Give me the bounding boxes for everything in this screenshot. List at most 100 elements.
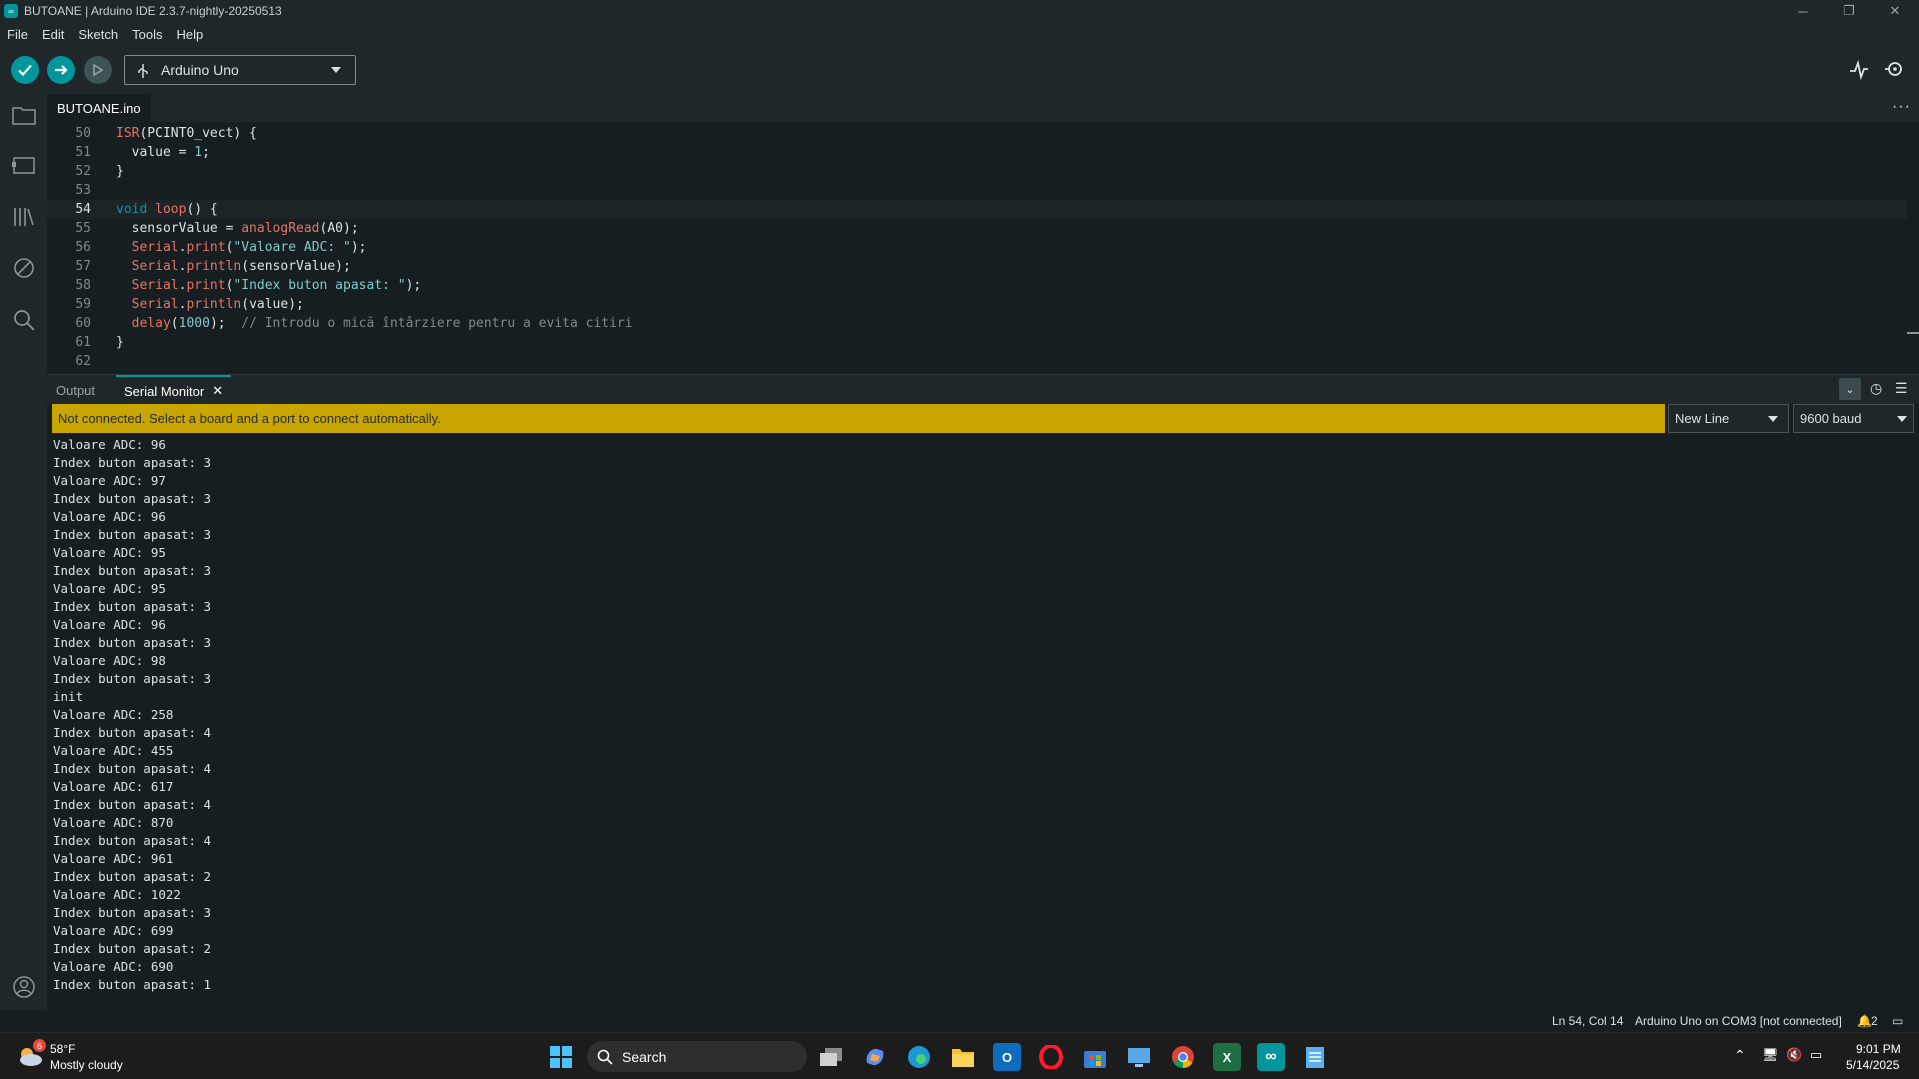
minimize-button[interactable]: ─ — [1780, 0, 1826, 22]
serial-line: Index buton apasat: 3 — [53, 491, 212, 506]
serial-monitor-button[interactable] — [1882, 58, 1906, 82]
debug-panel-button[interactable] — [11, 255, 36, 280]
line-number: 55 — [75, 221, 91, 236]
upload-button[interactable] — [47, 56, 75, 84]
clear-list-icon: ☰ — [1895, 380, 1908, 396]
chevron-up-icon[interactable]: ⌃ — [1734, 1047, 1746, 1064]
search-icon — [13, 309, 35, 331]
plotter-icon — [1850, 59, 1868, 81]
line-number: 59 — [75, 297, 91, 312]
editor-tab-bar: BUTOANE.ino ··· — [47, 94, 1919, 122]
code-editor[interactable]: 50 ISR(PCINT0_vect) { 51 value = 1; 52} 5… — [47, 122, 1919, 372]
close-icon[interactable]: ✕ — [212, 383, 223, 399]
volume-muted-icon[interactable]: 🔇 — [1786, 1047, 1802, 1063]
start-button[interactable] — [549, 1045, 573, 1069]
verify-button[interactable] — [11, 56, 39, 84]
editor-scrollbar[interactable] — [1907, 332, 1919, 334]
line-number: 50 — [75, 126, 91, 141]
weather-badge: 6 — [33, 1039, 46, 1052]
debug-button[interactable] — [84, 56, 112, 84]
restore-button[interactable]: ❐ — [1826, 0, 1872, 22]
menu-edit[interactable]: Edit — [35, 27, 71, 42]
arrow-right-icon — [55, 65, 68, 75]
code-line: 55 sensorValue = analogRead(A0); — [47, 219, 1907, 238]
serial-line: Index buton apasat: 2 — [53, 869, 212, 884]
boards-manager-button[interactable] — [11, 152, 36, 177]
chrome-icon[interactable] — [1169, 1043, 1197, 1071]
serial-line: Index buton apasat: 3 — [53, 599, 212, 614]
line-number: 52 — [75, 164, 91, 179]
serial-line: Valoare ADC: 96 — [53, 617, 166, 632]
clock-date[interactable]: 5/14/2025 — [1846, 1058, 1899, 1072]
panel-toggle-icon[interactable]: ▭ — [1892, 1014, 1903, 1028]
menu-file[interactable]: File — [0, 27, 35, 42]
weather-widget[interactable]: 6 — [16, 1039, 46, 1069]
battery-icon[interactable]: ▭ — [1810, 1047, 1822, 1063]
notifications-icon[interactable]: 🔔 — [1857, 1014, 1872, 1028]
library-manager-button[interactable] — [11, 204, 36, 229]
search-panel-button[interactable] — [11, 307, 36, 332]
menu-sketch[interactable]: Sketch — [71, 27, 125, 42]
arduino-ide-icon[interactable]: ∞ — [1257, 1043, 1285, 1071]
network-icon[interactable]: 🖥 — [1762, 1047, 1779, 1063]
edge-icon[interactable] — [905, 1043, 933, 1071]
code-line: 57 Serial.println(sensorValue); — [47, 257, 1907, 276]
line-number: 58 — [75, 278, 91, 293]
serial-line: Valoare ADC: 258 — [53, 707, 174, 722]
menu-tools[interactable]: Tools — [125, 27, 169, 42]
excel-icon[interactable]: X — [1213, 1043, 1241, 1071]
temperature: 58°F — [50, 1042, 76, 1056]
code-line: 53 — [47, 181, 1907, 200]
serial-plotter-button[interactable] — [1847, 58, 1871, 82]
serial-line: Valoare ADC: 455 — [53, 743, 174, 758]
autoscroll-toggle[interactable]: ⌄ — [1839, 378, 1861, 400]
sketchbook-button[interactable] — [11, 102, 36, 127]
tab-butoane-ino[interactable]: BUTOANE.ino — [47, 94, 151, 122]
connection-warning: Not connected. Select a board and a port… — [52, 404, 1665, 433]
outlook-icon[interactable]: O — [993, 1043, 1021, 1071]
taskbar-search[interactable]: Search — [587, 1041, 807, 1072]
code-line: 60 delay(1000); // Introdu o mică întârz… — [47, 314, 1907, 333]
line-number: 62 — [75, 354, 91, 369]
serial-output[interactable]: Valoare ADC: 96 Index buton apasat: 3 Va… — [47, 436, 1907, 1010]
line-number: 60 — [75, 316, 91, 331]
notepad-icon[interactable] — [1301, 1043, 1329, 1071]
clear-output-button[interactable]: ☰ — [1895, 380, 1908, 397]
serial-line: Index buton apasat: 4 — [53, 725, 212, 740]
serial-line: Index buton apasat: 3 — [53, 455, 212, 470]
serial-line: Valoare ADC: 1022 — [53, 887, 181, 902]
remote-desktop-icon[interactable] — [1125, 1043, 1153, 1071]
folder-icon — [11, 106, 36, 125]
task-view-icon[interactable] — [817, 1043, 845, 1071]
board-icon — [11, 156, 35, 174]
serial-line: Valoare ADC: 699 — [53, 923, 174, 938]
clock-time[interactable]: 9:01 PM — [1856, 1042, 1901, 1056]
opera-icon[interactable] — [1037, 1043, 1065, 1071]
board-selector[interactable]: Arduino Uno — [124, 55, 356, 85]
file-explorer-icon[interactable] — [949, 1043, 977, 1071]
board-port-status[interactable]: Arduino Uno on COM3 [not connected] — [1635, 1014, 1842, 1028]
close-button[interactable]: ✕ — [1872, 0, 1918, 22]
menu-help[interactable]: Help — [169, 27, 210, 42]
code-line: 51 value = 1; — [47, 143, 1907, 162]
serial-line: Valoare ADC: 96 — [53, 437, 166, 452]
more-options-icon[interactable]: ··· — [1892, 98, 1911, 116]
serial-line: Index buton apasat: 3 — [53, 563, 212, 578]
line-ending-select[interactable]: New Line — [1668, 404, 1789, 433]
tab-serial-monitor[interactable]: Serial Monitor ✕ — [116, 375, 232, 405]
tab-serial-label: Serial Monitor — [124, 383, 205, 399]
no-debug-icon — [13, 257, 34, 278]
bottom-panel-tabs: Output Serial Monitor ✕ ⌄ ◷ ☰ — [47, 374, 1919, 404]
code-text: } — [116, 164, 124, 179]
copilot-icon[interactable] — [861, 1043, 889, 1071]
code-text: ISR(PCINT0_vect) { — [116, 126, 257, 141]
tab-output[interactable]: Output — [56, 375, 95, 405]
menu-bar: File Edit Sketch Tools Help — [0, 22, 1919, 46]
store-icon[interactable] — [1081, 1043, 1109, 1071]
windows-taskbar: 6 58°F Mostly cloudy Search O X ∞ ⌃ 🖥 🔇 … — [0, 1032, 1919, 1079]
baud-rate-select[interactable]: 9600 baud — [1793, 404, 1914, 433]
account-button[interactable] — [11, 974, 36, 999]
line-ending-value: New Line — [1675, 411, 1730, 426]
serial-line: Index buton apasat: 3 — [53, 905, 212, 920]
timestamp-toggle[interactable]: ◷ — [1870, 380, 1882, 397]
